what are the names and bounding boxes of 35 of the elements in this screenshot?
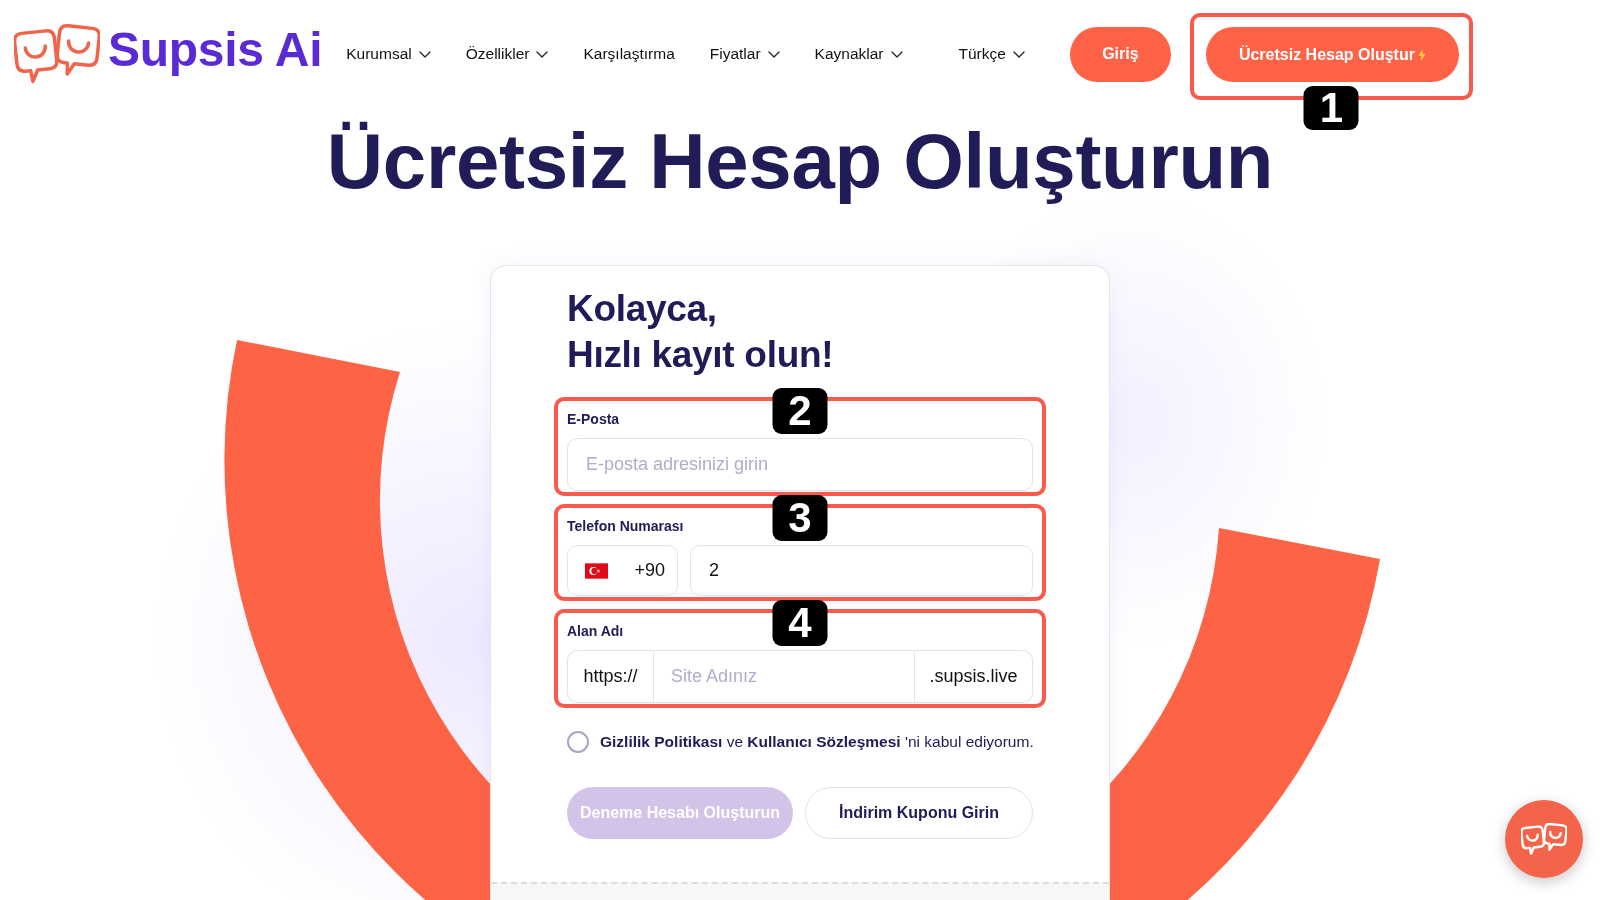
site-name-input[interactable]: Site Adınız: [653, 650, 915, 703]
country-code-select[interactable]: +90: [567, 545, 678, 596]
language-selector[interactable]: Türkçe: [958, 45, 1025, 63]
nav-menu-item[interactable]: Kaynaklar: [814, 45, 903, 63]
speech-bubbles-icon: [1521, 823, 1567, 855]
url-prefix: https://: [567, 650, 653, 703]
nav-menu-item[interactable]: Karşılaştırma: [583, 45, 675, 63]
nav-menu-item[interactable]: Özellikler: [465, 45, 549, 63]
callout-number: 2: [772, 388, 828, 434]
page-title: Ücretsiz Hesap Oluşturun: [325, 116, 1275, 206]
chevron-down-icon: [418, 50, 431, 58]
chat-button[interactable]: [1505, 800, 1583, 878]
coupon-button[interactable]: İndirim Kuponu Girin: [805, 787, 1033, 839]
speech-bubbles-icon: [14, 24, 100, 84]
consent-text: Gizlilik Politikası ve Kullanıcı Sözleşmesi 'ni kabul ediyorum.: [600, 732, 1034, 752]
chevron-down-icon: [1012, 50, 1025, 58]
logo-text: Supsis Ai: [108, 26, 323, 74]
consent-checkbox[interactable]: [567, 731, 589, 753]
phone-input[interactable]: 2: [690, 545, 1033, 596]
chevron-down-icon: [536, 50, 549, 58]
field-label: E-Posta: [567, 411, 620, 428]
flag-icon: [585, 562, 608, 579]
field-label: Telefon Numarası: [567, 518, 684, 535]
domain-suffix: .supsis.live: [915, 650, 1033, 703]
lightning-icon: [1417, 48, 1426, 61]
nav-menu-item[interactable]: Kurumsal: [346, 45, 431, 63]
callout-number: 3: [772, 495, 828, 541]
form-heading: Kolayca, Hızlı kayıt olun!: [567, 287, 835, 377]
callout-number: 4: [772, 600, 828, 646]
nav-menu-item[interactable]: Fiyatlar: [709, 45, 780, 63]
chevron-down-icon: [767, 50, 780, 58]
chevron-down-icon: [890, 50, 903, 58]
field-label: Alan Adı: [567, 623, 624, 640]
email-input[interactable]: E-posta adresinizi girin: [567, 438, 1033, 491]
callout-number: 1: [1303, 86, 1359, 130]
